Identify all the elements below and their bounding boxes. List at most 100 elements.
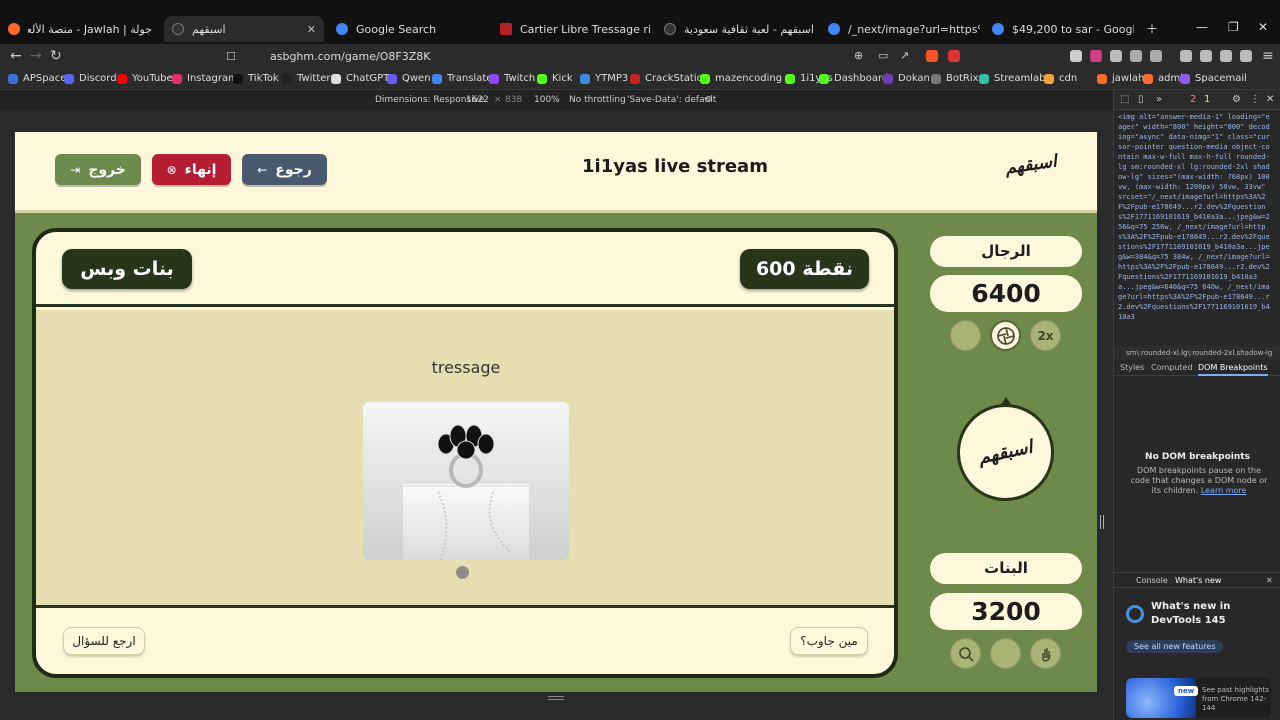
bookmark-qwen[interactable]: Qwen xyxy=(387,73,431,84)
bookmark-mazencoding[interactable]: mazencoding xyxy=(700,73,782,84)
tab-computed[interactable]: Computed xyxy=(1151,363,1193,372)
zoom-select[interactable]: 100% xyxy=(534,95,560,105)
back-button[interactable]: ← رجوع xyxy=(242,154,327,185)
media-indicator-dot[interactable] xyxy=(456,566,469,579)
inspect-icon[interactable]: ⬚ xyxy=(1120,94,1129,105)
back-arrow-icon[interactable]: ← xyxy=(10,48,22,64)
tab-cartier[interactable]: Cartier Libre Tressage ring, metaquar xyxy=(492,16,652,42)
bookmark-translate[interactable]: Translate xyxy=(432,73,492,84)
minimize-icon[interactable]: — xyxy=(1196,20,1208,34)
bookmark-tiktok[interactable]: TikTok xyxy=(233,73,279,84)
hand-helper-icon[interactable] xyxy=(1030,638,1061,669)
width-input[interactable]: 1622 xyxy=(466,95,489,105)
learn-more-link[interactable]: Learn more xyxy=(1201,486,1247,495)
exit-button[interactable]: ⇥ خروج xyxy=(55,154,141,185)
rotate-icon[interactable]: ⟲ xyxy=(704,95,712,105)
right-resize-handle[interactable] xyxy=(1100,515,1104,529)
tab-whats-new[interactable]: What's new xyxy=(1175,576,1221,585)
reload-icon[interactable]: ↻ xyxy=(50,48,62,64)
see-all-features-button[interactable]: See all new features xyxy=(1126,640,1224,653)
asbghm-favicon-icon xyxy=(172,23,184,35)
answer-image[interactable] xyxy=(363,402,569,560)
extension-icon[interactable] xyxy=(1070,50,1082,62)
cast-icon[interactable]: ▭ xyxy=(878,49,888,62)
forward-arrow-icon[interactable]: → xyxy=(30,48,42,64)
bottom-resize-handle[interactable] xyxy=(548,696,564,700)
bookmark-youtube[interactable]: YouTube xyxy=(117,73,173,84)
url-input[interactable]: asbghm.com/game/O8F3Z8K xyxy=(240,46,880,68)
bookmark-dashboard[interactable]: Dashboard xyxy=(819,73,888,84)
close-drawer-icon[interactable]: ✕ xyxy=(1266,576,1273,585)
tab-next-image[interactable]: /_next/image?url=https%3A%2F%2F xyxy=(820,16,980,42)
tab-google-search[interactable]: Google Search xyxy=(328,16,488,42)
bookmark-jawlah[interactable]: jawlah xyxy=(1097,73,1144,84)
bookmark-kick[interactable]: Kick xyxy=(537,73,573,84)
puzzle-icon[interactable] xyxy=(1130,50,1142,62)
brave-shield-icon[interactable] xyxy=(926,50,938,62)
close-tab-icon[interactable]: ✕ xyxy=(299,23,316,36)
bookmark-instagram[interactable]: Instagram xyxy=(172,73,238,84)
helper-empty-icon[interactable] xyxy=(950,320,981,351)
back-to-question-button[interactable]: ارجع للسؤال xyxy=(63,627,145,655)
bookmark-crackstation[interactable]: CrackStation xyxy=(630,73,709,84)
bookmark-favicon-icon xyxy=(1143,73,1153,84)
extension-icon[interactable] xyxy=(1110,50,1122,62)
team-women-name: البنات xyxy=(930,553,1082,584)
height-input[interactable]: 838 xyxy=(505,95,522,105)
close-window-icon[interactable]: ✕ xyxy=(1258,20,1268,34)
highlights-card[interactable]: new See past highlights from Chrome 142-… xyxy=(1126,678,1271,718)
bookmark-twitter[interactable]: Twitter xyxy=(282,73,331,84)
bookmark-icon[interactable]: ☐ xyxy=(226,50,236,63)
warnings-count[interactable]: 1 xyxy=(1204,94,1210,105)
team-women-score: 3200 xyxy=(930,593,1082,630)
issues-count[interactable]: 2 xyxy=(1190,94,1196,105)
extension-icon[interactable] xyxy=(1090,50,1102,62)
tab-dom-breakpoints[interactable]: DOM Breakpoints xyxy=(1198,363,1268,376)
extension-icon[interactable] xyxy=(1220,50,1232,62)
who-answered-button[interactable]: مين جاوب؟ xyxy=(790,627,868,655)
bookmark-ytmp3[interactable]: YTMP3 xyxy=(580,73,628,84)
question-board: بنات وبس 600 نقطة tressage ارجع للسؤال م… xyxy=(32,228,898,678)
bookmark-streamlabs[interactable]: Streamlabs xyxy=(979,73,1051,84)
more-tabs-icon[interactable]: » xyxy=(1156,94,1162,105)
helper-active-icon[interactable] xyxy=(990,320,1021,351)
bookmark-twitch[interactable]: Twitch xyxy=(489,73,535,84)
bookmark-cdn[interactable]: cdn xyxy=(1044,73,1077,84)
bookmark-spacemail[interactable]: Spacemail xyxy=(1180,73,1247,84)
helper-empty-icon[interactable] xyxy=(990,638,1021,669)
share-icon[interactable]: ↗ xyxy=(900,49,909,62)
tab-sar-search[interactable]: $49,200 to sar - Google Search xyxy=(984,16,1134,42)
close-devtools-icon[interactable]: ✕ xyxy=(1266,94,1274,105)
extension-icon[interactable] xyxy=(1150,50,1162,62)
tab-asbghm-active[interactable]: اسبقهم ✕ xyxy=(164,16,324,42)
menu-icon[interactable]: ≡ xyxy=(1262,48,1274,64)
double-points-icon[interactable]: 2x xyxy=(1030,320,1061,351)
bookmark-dokan[interactable]: Dokan xyxy=(883,73,930,84)
throttling-select[interactable]: No throttling xyxy=(569,95,626,105)
device-mode-icon[interactable]: ▯ xyxy=(1138,94,1144,105)
asbghm-logo: اسبقهم xyxy=(1003,151,1058,179)
vpn-icon[interactable] xyxy=(1240,50,1252,62)
search-helper-icon[interactable] xyxy=(950,638,981,669)
new-tab-icon[interactable]: ＋ xyxy=(1146,20,1158,37)
tab-console[interactable]: Console xyxy=(1136,576,1168,585)
tab-jawlah[interactable]: جولة | Jawlah - منصة الألعاب التفاعلية xyxy=(0,16,160,42)
zoom-icon[interactable]: ⊕ xyxy=(854,49,863,62)
asbghm-favicon-icon xyxy=(664,23,676,35)
tab-asbghm-2[interactable]: اسبقهم - لعبة ثقافية سعودية xyxy=(656,16,816,42)
end-game-button[interactable]: ⊗ إنهاء xyxy=(152,154,231,185)
sidebar-icon[interactable] xyxy=(1180,50,1192,62)
bookmark-discord[interactable]: Discord xyxy=(64,73,117,84)
tab-styles[interactable]: Styles xyxy=(1120,363,1144,372)
brave-rewards-icon[interactable] xyxy=(948,50,960,62)
bookmark-botrix[interactable]: BotRix xyxy=(931,73,979,84)
kebab-menu-icon[interactable]: ⋮ xyxy=(1250,94,1260,105)
settings-gear-icon[interactable]: ⚙ xyxy=(1232,94,1241,105)
bookmark-chatgpt[interactable]: ChatGPT xyxy=(331,73,389,84)
elements-code[interactable]: <img alt="answer-media-1" loading="eager… xyxy=(1118,112,1270,334)
restore-icon[interactable]: ❐ xyxy=(1228,20,1239,34)
wallet-icon[interactable] xyxy=(1200,50,1212,62)
dom-breadcrumb[interactable]: sm\:rounded-xl.lg\:rounded-2xl.shadow-lg xyxy=(1114,346,1280,360)
save-data-select[interactable]: 'Save-Data': default xyxy=(627,95,716,105)
bookmark-apspace[interactable]: APSpace xyxy=(8,73,66,84)
